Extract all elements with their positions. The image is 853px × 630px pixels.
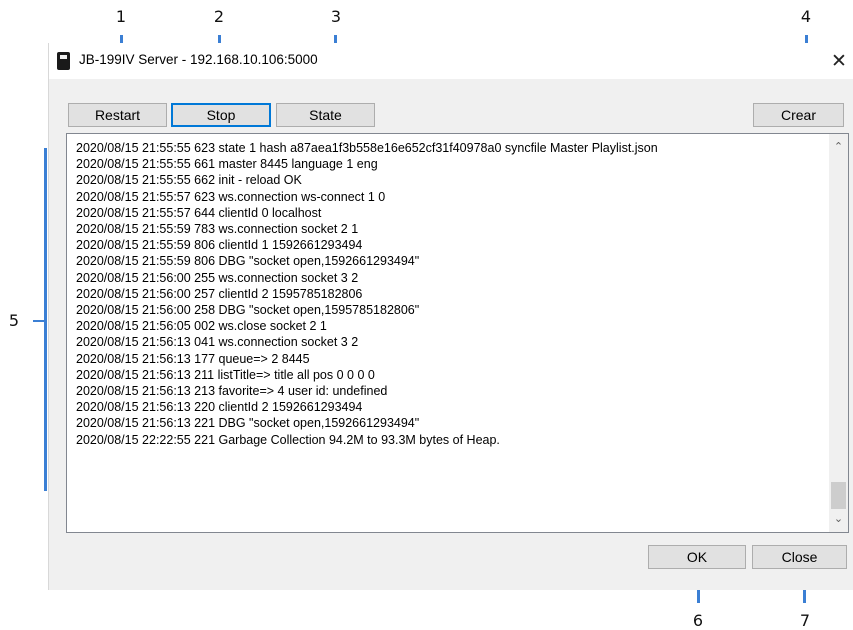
log-line: 2020/08/15 21:56:13 177 queue=> 2 8445 [76,351,310,366]
callout-6: 6 [692,611,704,630]
log-line: 2020/08/15 21:56:13 213 favorite=> 4 use… [76,384,388,399]
log-line: 2020/08/15 21:56:13 220 clientId 2 15926… [76,400,363,415]
callout-7: 7 [799,611,811,630]
log-line: 2020/08/15 21:55:57 644 clientId 0 local… [76,205,322,220]
callout-1: 1 [115,7,127,26]
callout-4: 4 [800,7,812,26]
callout-line-5-tick [33,320,46,322]
state-button[interactable]: State [276,103,375,127]
log-line: 2020/08/15 21:56:00 257 clientId 2 15957… [76,286,363,301]
log-line: 2020/08/15 21:55:59 806 clientId 1 15926… [76,238,363,253]
window-title: JB-199IV Server - 192.168.10.106:5000 [79,52,318,67]
log-line: 2020/08/15 21:55:55 623 state 1 hash a87… [76,141,658,155]
log-line: 2020/08/15 21:55:59 783 ws.connection so… [76,222,359,237]
scroll-up-icon[interactable]: ⌃ [829,138,848,156]
stop-button[interactable]: Stop [171,103,271,127]
log-line: 2020/08/15 21:55:59 806 DBG "socket open… [76,254,420,269]
log-line: 2020/08/15 22:22:55 221 Garbage Collecti… [76,432,500,447]
log-lines: 2020/08/15 21:55:55 623 state 1 hash a87… [76,140,821,448]
title-bar: JB-199IV Server - 192.168.10.106:5000 ✕ [49,43,853,79]
restart-button[interactable]: Restart [68,103,167,127]
log-line: 2020/08/15 21:55:57 623 ws.connection ws… [76,189,386,204]
scroll-down-icon[interactable]: ⌄ [829,510,848,528]
close-icon[interactable]: ✕ [824,47,853,75]
vertical-scrollbar[interactable]: ⌃ ⌄ [829,134,848,532]
scroll-thumb[interactable] [831,482,846,509]
log-textarea[interactable]: 2020/08/15 21:55:55 623 state 1 hash a87… [66,133,849,533]
log-line: 2020/08/15 21:56:00 258 DBG "socket open… [76,303,420,318]
log-line: 2020/08/15 21:55:55 662 init - reload OK [76,173,302,188]
ok-button[interactable]: OK [648,545,746,569]
callout-5: 5 [8,311,20,330]
app-icon [57,52,70,70]
log-line: 2020/08/15 21:56:05 002 ws.close socket … [76,319,327,334]
clear-button[interactable]: Crear [753,103,844,127]
log-line: 2020/08/15 21:56:00 255 ws.connection so… [76,270,359,285]
close-button[interactable]: Close [752,545,847,569]
log-line: 2020/08/15 21:56:13 041 ws.connection so… [76,335,359,350]
callout-2: 2 [213,7,225,26]
log-line: 2020/08/15 21:55:55 661 master 8445 lang… [76,157,378,172]
callout-3: 3 [330,7,342,26]
log-line: 2020/08/15 21:56:13 221 DBG "socket open… [76,416,420,431]
log-line: 2020/08/15 21:56:13 211 listTitle=> titl… [76,367,375,382]
